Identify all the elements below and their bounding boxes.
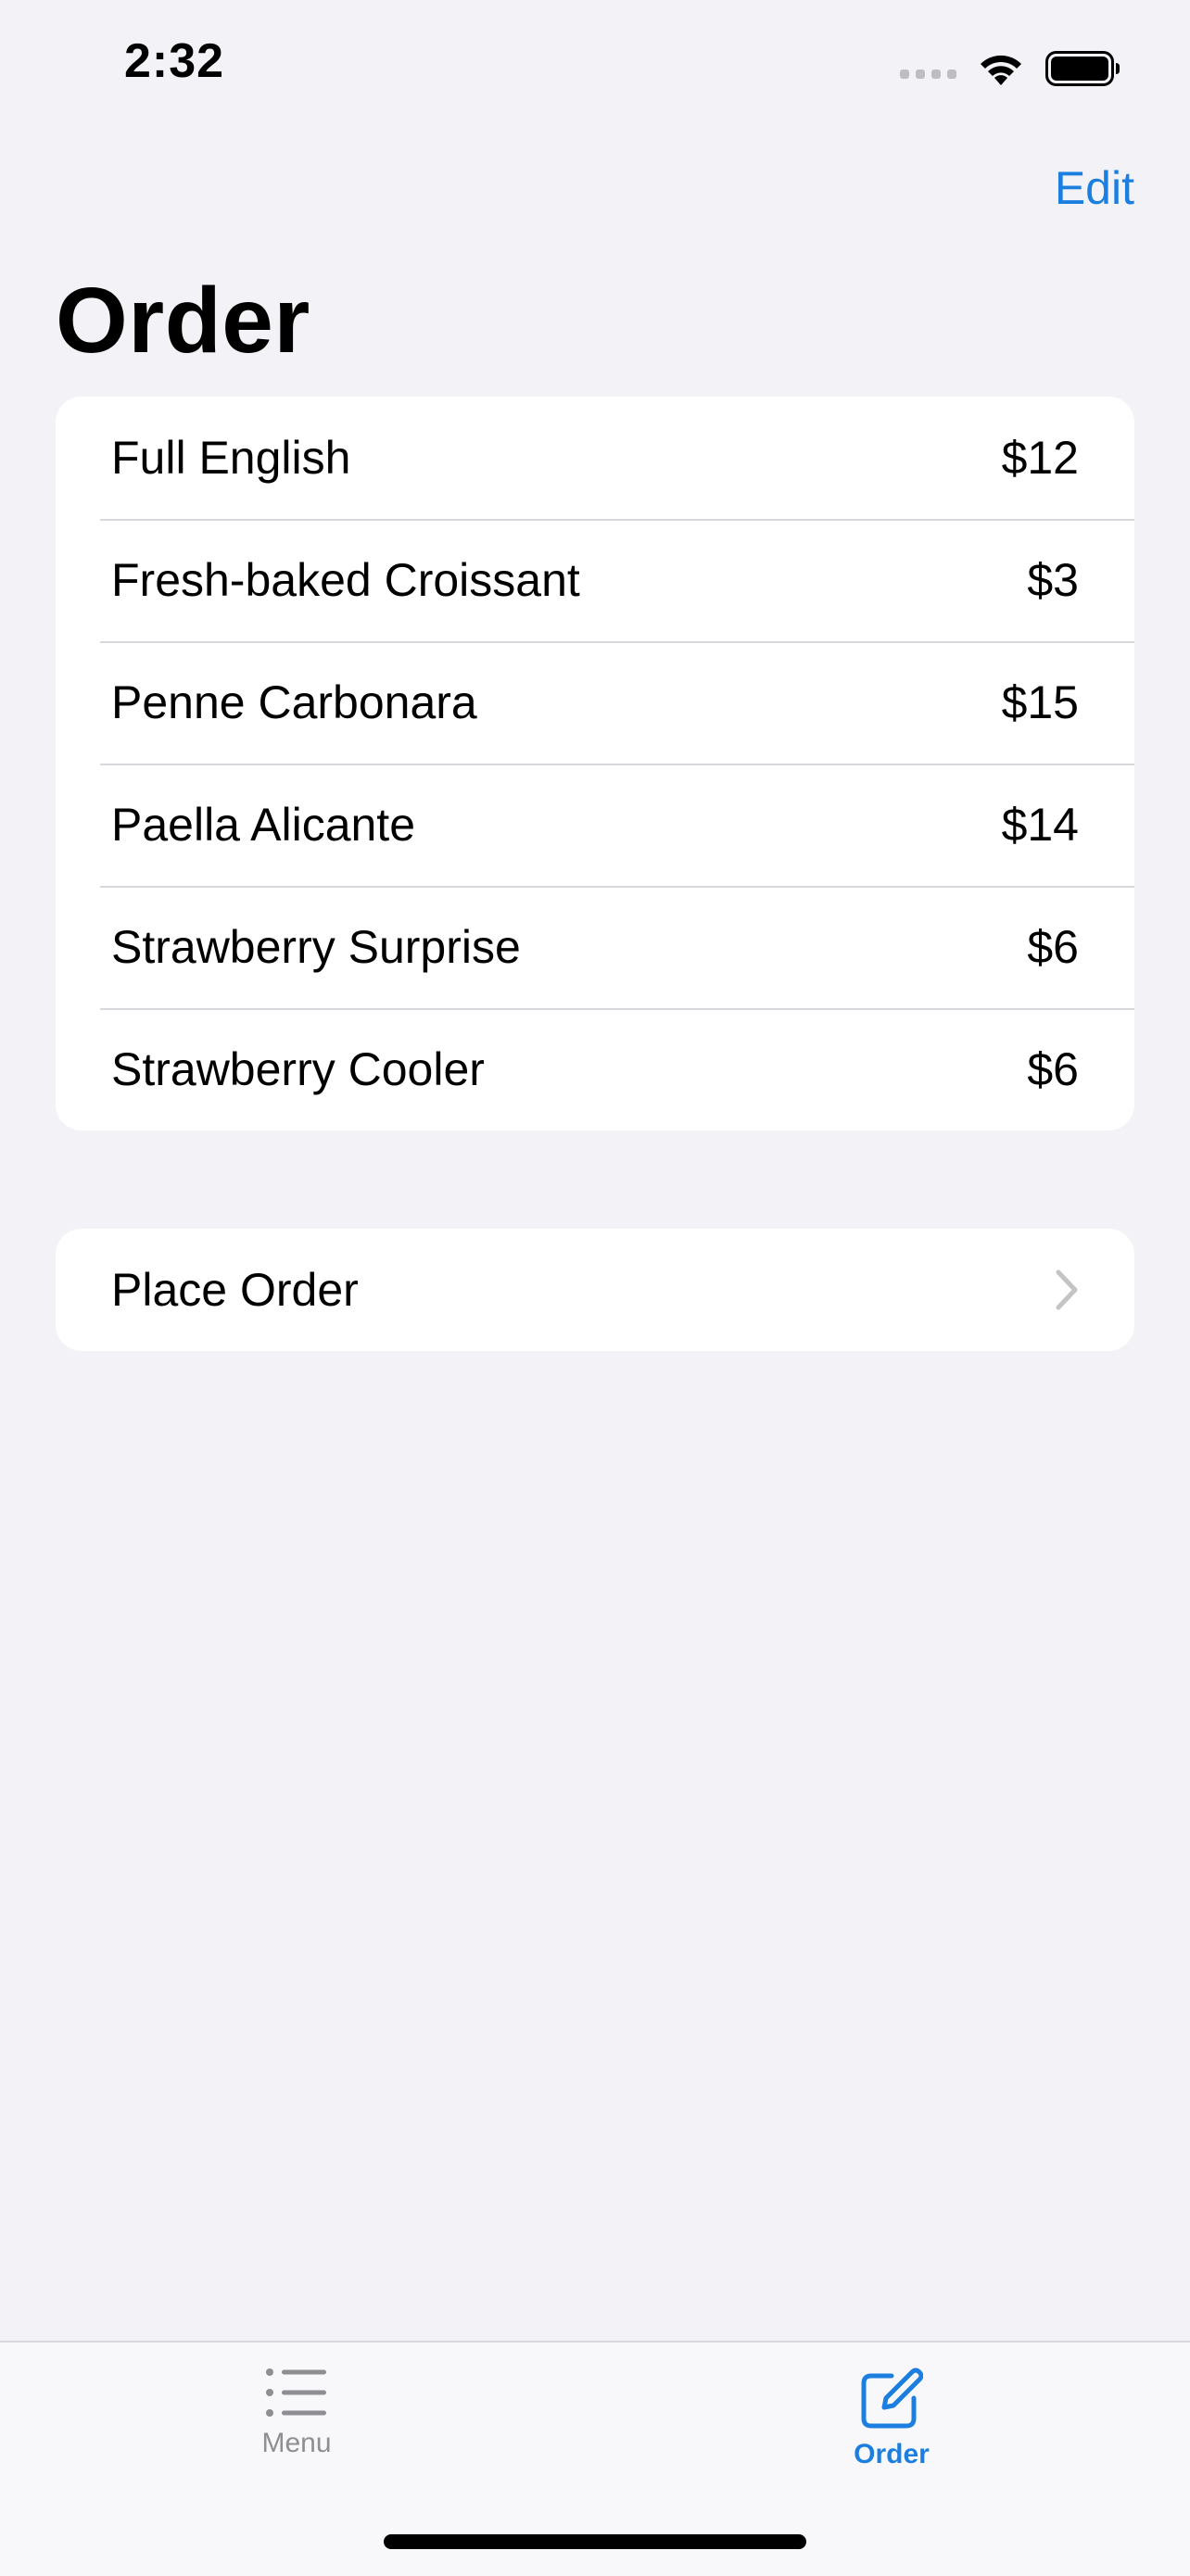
place-order-section: Place Order <box>56 1229 1134 1351</box>
status-time: 2:32 <box>124 34 225 88</box>
order-item-price: $6 <box>1027 1043 1079 1095</box>
battery-icon <box>1045 51 1120 86</box>
order-item-row[interactable]: Paella Alicante $14 <box>56 764 1134 886</box>
order-item-name: Paella Alicante <box>111 799 416 851</box>
status-bar: 2:32 <box>0 0 1190 130</box>
tab-menu[interactable]: Menu <box>158 2367 436 2459</box>
order-item-price: $3 <box>1027 554 1079 606</box>
order-item-name: Penne Carbonara <box>111 676 477 728</box>
tab-order[interactable]: Order <box>753 2367 1031 2470</box>
tab-menu-label: Menu <box>261 2428 332 2458</box>
order-item-price: $6 <box>1027 921 1079 973</box>
order-item-row[interactable]: Fresh-baked Croissant $3 <box>56 519 1134 641</box>
edit-button[interactable]: Edit <box>1055 161 1134 215</box>
order-item-price: $14 <box>1001 799 1079 851</box>
home-indicator <box>384 2534 806 2549</box>
order-item-price: $15 <box>1001 676 1079 728</box>
order-item-name: Full English <box>111 432 351 484</box>
list-icon <box>266 2368 326 2417</box>
chevron-right-icon <box>1056 1269 1078 1310</box>
order-item-row[interactable]: Penne Carbonara $15 <box>56 641 1134 764</box>
wifi-icon <box>981 55 1021 85</box>
place-order-button[interactable]: Place Order <box>56 1229 1134 1351</box>
order-item-row[interactable]: Full English $12 <box>56 397 1134 519</box>
order-item-row[interactable]: Strawberry Surprise $6 <box>56 886 1134 1008</box>
status-icons <box>900 44 1121 93</box>
compose-icon <box>861 2368 923 2429</box>
order-item-name: Strawberry Surprise <box>111 921 521 973</box>
order-item-row[interactable]: Strawberry Cooler $6 <box>56 1008 1134 1130</box>
tab-order-label: Order <box>854 2439 930 2469</box>
order-item-name: Fresh-baked Croissant <box>111 554 580 606</box>
place-order-label: Place Order <box>111 1264 359 1316</box>
order-items-list: Full English $12 Fresh-baked Croissant $… <box>56 397 1134 1130</box>
cellular-signal-icon <box>900 69 956 79</box>
order-item-name: Strawberry Cooler <box>111 1043 485 1095</box>
page-title: Order <box>56 269 310 373</box>
order-item-price: $12 <box>1001 432 1079 484</box>
